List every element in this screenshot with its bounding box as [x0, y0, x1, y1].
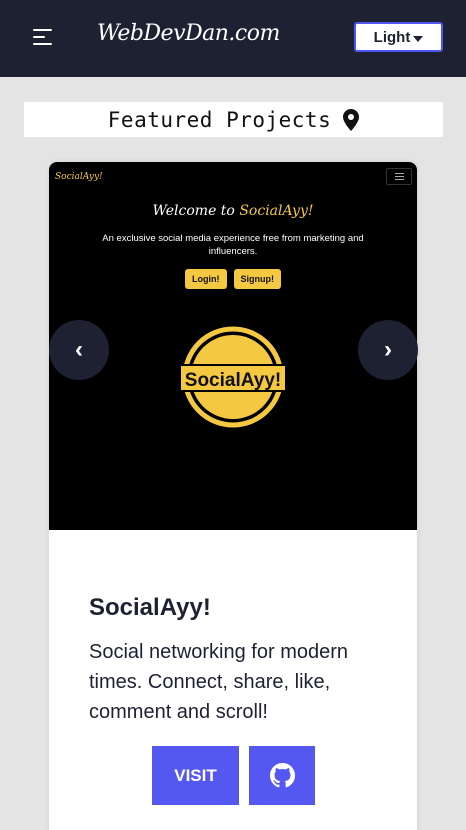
carousel-prev-button[interactable]: ‹ [49, 320, 109, 380]
preview-welcome-heading: Welcome to SocialAyy! [49, 203, 417, 219]
preview-welcome-text: Welcome to [152, 203, 235, 219]
carousel-next-button[interactable]: › [358, 320, 418, 380]
project-description: Social networking for modern times. Conn… [89, 641, 349, 723]
visit-button[interactable]: VISIT [152, 746, 239, 805]
github-icon [269, 763, 295, 788]
preview-signup-button: Signup! [233, 269, 281, 289]
project-card: SocialAyy! Welcome to SocialAyy! An excl… [49, 162, 417, 830]
emblem-text: SocialAyy! [185, 370, 281, 391]
theme-select-value: Light [373, 28, 411, 46]
theme-select-dropdown[interactable]: Light [354, 22, 443, 52]
preview-menu-icon [386, 168, 412, 185]
section-header: Featured Projects [24, 102, 443, 137]
preview-login-button: Login! [185, 269, 227, 289]
preview-buttons: Login! Signup! [49, 269, 417, 289]
chevron-down-icon [413, 35, 424, 42]
github-button[interactable] [249, 746, 315, 805]
preview-description: An exclusive social media experience fre… [102, 233, 364, 257]
hamburger-menu-icon[interactable] [33, 29, 53, 45]
top-navbar: WebDevDan.com Light [0, 0, 466, 77]
socialayy-emblem-logo: SocialAyy! [179, 326, 287, 428]
project-title: SocialAyy! [89, 594, 211, 621]
section-title: Featured Projects [107, 107, 332, 132]
preview-logo: SocialAyy! [55, 172, 103, 182]
site-brand-logo[interactable]: WebDevDan.com [97, 21, 280, 46]
preview-welcome-accent: SocialAyy! [239, 203, 314, 219]
map-pin-icon [343, 108, 360, 131]
